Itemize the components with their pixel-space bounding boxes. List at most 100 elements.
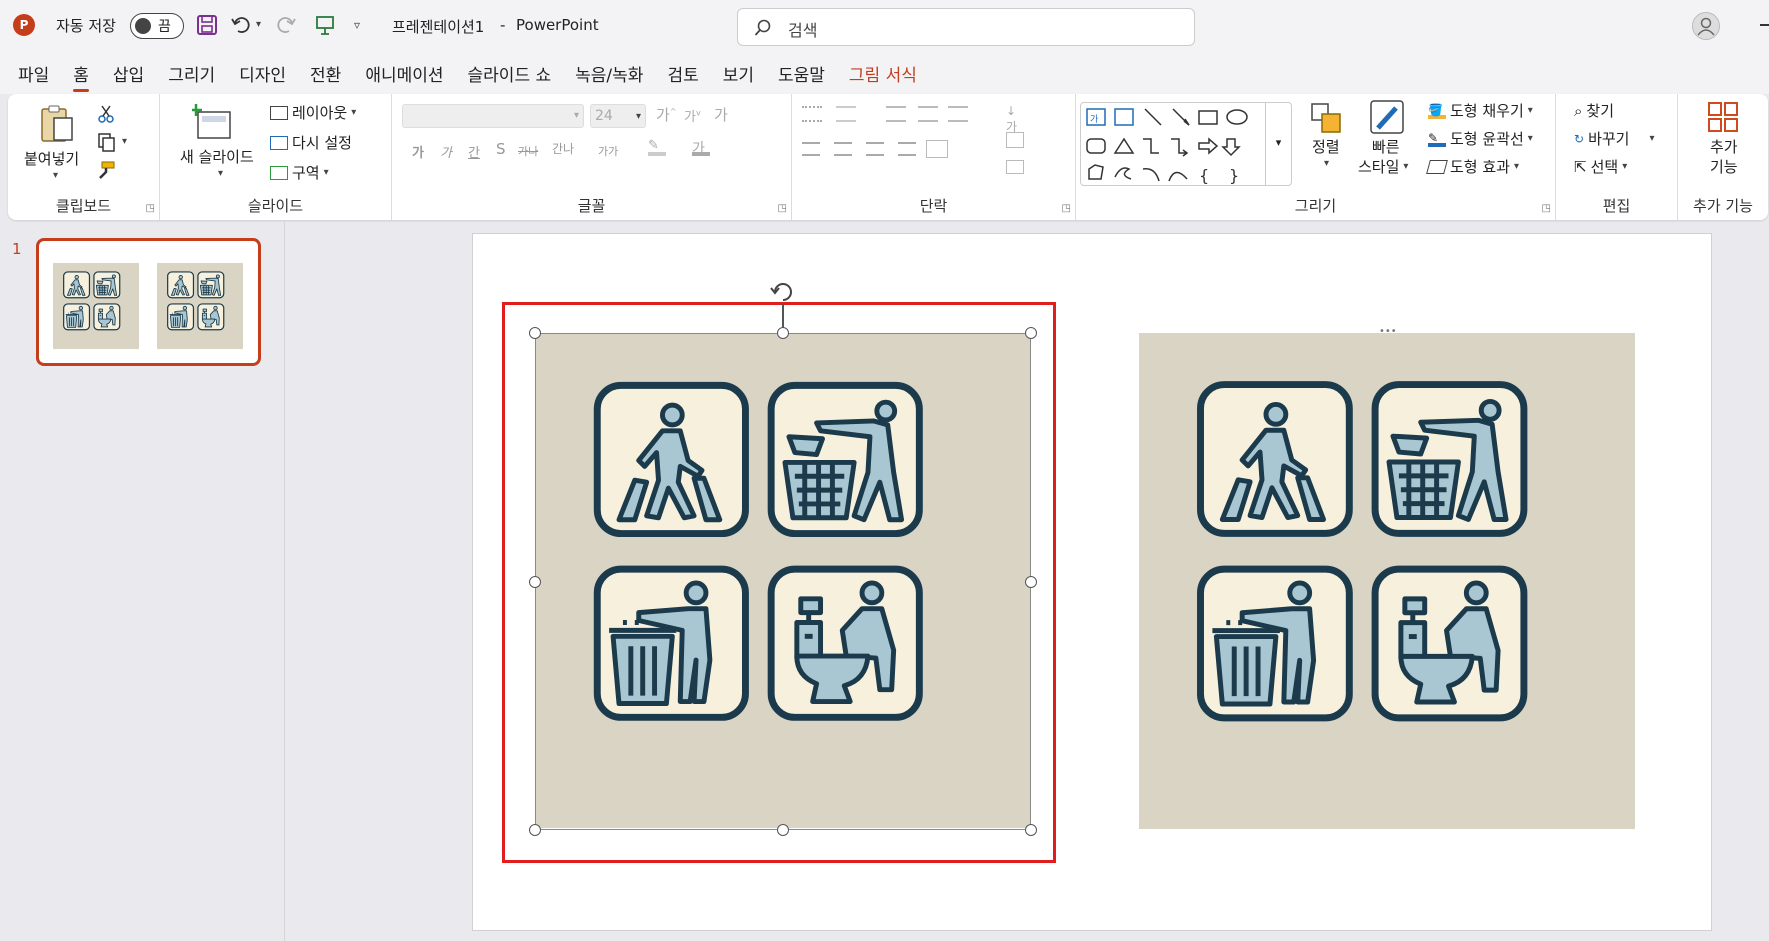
arrange-button[interactable]: 정렬 <box>1312 136 1340 157</box>
resize-handle[interactable] <box>777 824 789 836</box>
picture[interactable] <box>1139 333 1635 829</box>
italic-button[interactable]: 가 <box>440 142 452 161</box>
line-spacing-icon[interactable] <box>948 106 968 122</box>
slide-thumbnail-1[interactable] <box>36 238 261 366</box>
justify-icon[interactable] <box>898 142 916 156</box>
increase-indent-icon[interactable] <box>918 106 938 122</box>
bold-button[interactable]: 가 <box>412 142 424 161</box>
resize-handle[interactable] <box>529 824 541 836</box>
text-direction-icon[interactable]: ↓가 <box>1006 104 1024 134</box>
resize-handle[interactable] <box>529 575 541 588</box>
paste-button[interactable]: 붙여넣기 <box>24 148 79 169</box>
align-right-icon[interactable] <box>866 142 884 156</box>
numbering-icon[interactable] <box>836 106 856 122</box>
menu-tab-2[interactable]: 삽입 <box>113 61 144 86</box>
decrease-indent-icon[interactable] <box>886 106 906 122</box>
new-slide-icon[interactable] <box>192 102 234 142</box>
strikethrough-button[interactable]: 가나 <box>518 143 538 159</box>
present-icon[interactable] <box>314 14 336 36</box>
undo-icon[interactable] <box>230 14 252 36</box>
arrange-icon[interactable] <box>1308 100 1344 136</box>
copy-dropdown-icon[interactable]: ▾ <box>122 136 127 147</box>
shape-outline-button[interactable]: ✎ 도형 윤곽선 ▾ <box>1428 128 1533 149</box>
select-button[interactable]: ⇱ 선택 ▾ <box>1574 156 1627 177</box>
undo-dropdown-icon[interactable]: ▾ <box>256 19 261 30</box>
ribbon-tabs: 파일 홈 삽입 그리기 디자인 전환 애니메이션 슬라이드 쇼 녹음/녹화 검토 보기 도움말 그림 서… <box>0 52 1769 94</box>
quick-styles-button[interactable]: 빠른 <box>1372 136 1400 157</box>
grow-font-icon[interactable]: 가^ <box>656 104 677 125</box>
paste-dropdown-icon[interactable]: ▾ <box>53 170 58 181</box>
clipboard-launcher-icon[interactable]: ◳ <box>146 203 155 214</box>
redo-icon[interactable] <box>275 14 297 36</box>
quick-styles-button-line2[interactable]: 스타일 ▾ <box>1358 156 1408 177</box>
layout-button[interactable]: 레이아웃 ▾ <box>270 102 356 123</box>
minimize-icon[interactable] <box>1760 24 1769 26</box>
account-avatar[interactable] <box>1692 12 1720 40</box>
copy-icon[interactable] <box>96 132 116 152</box>
pen-icon: ✎ <box>1428 131 1446 147</box>
shapes-more-button[interactable]: ▾ <box>1265 103 1291 185</box>
find-button[interactable]: ⌕ 찾기 <box>1574 100 1614 121</box>
highlight-icon[interactable]: ✎ <box>648 138 666 156</box>
shapes-gallery[interactable]: 가 {} ▾ <box>1080 102 1292 186</box>
cut-icon[interactable] <box>96 104 116 124</box>
addins-group: 추가 기능 추가 기능 <box>1678 94 1768 220</box>
new-slide-dropdown-icon[interactable]: ▾ <box>218 168 223 179</box>
format-painter-icon[interactable] <box>96 160 116 180</box>
align-center-icon[interactable] <box>834 142 852 156</box>
replace-button[interactable]: ↻ 바꾸기 ▾ <box>1574 128 1655 149</box>
paragraph-launcher-icon[interactable]: ◳ <box>1062 203 1071 214</box>
menu-tab-5[interactable]: 전환 <box>310 61 341 86</box>
clear-format-icon[interactable]: 가 <box>714 104 728 125</box>
save-icon[interactable] <box>196 14 218 36</box>
font-size-input[interactable]: 24 ▾ <box>590 104 646 128</box>
new-slide-button[interactable]: 새 슬라이드 <box>180 146 254 167</box>
reset-button[interactable]: 다시 설정 <box>270 132 352 153</box>
menu-tab-10[interactable]: 보기 <box>723 61 754 86</box>
addins-button[interactable]: 추가 <box>1710 136 1738 157</box>
resize-handle[interactable] <box>529 327 541 339</box>
shadow-button[interactable]: S <box>496 140 506 158</box>
bullets-icon[interactable] <box>802 106 822 122</box>
menu-tab-0[interactable]: 파일 <box>18 61 49 86</box>
font-launcher-icon[interactable]: ◳ <box>778 203 787 214</box>
autosave-toggle[interactable]: 끔 <box>130 13 184 39</box>
menu-tab-9[interactable]: 검토 <box>667 61 698 86</box>
align-left-icon[interactable] <box>802 142 820 156</box>
addins-icon[interactable] <box>1706 100 1740 134</box>
quick-styles-icon[interactable] <box>1368 98 1406 136</box>
menu-tab-7[interactable]: 슬라이드 쇼 <box>468 61 552 86</box>
menu-tab-4[interactable]: 디자인 <box>239 61 286 86</box>
menu-tab-11[interactable]: 도움말 <box>778 61 825 86</box>
customize-qat-icon[interactable]: ▿ <box>354 18 360 32</box>
menu-tab-3[interactable]: 그리기 <box>168 61 215 86</box>
shape-fill-button[interactable]: 🪣 도형 채우기 ▾ <box>1428 100 1533 121</box>
resize-handle[interactable] <box>777 327 789 339</box>
arrange-dropdown-icon[interactable]: ▾ <box>1324 158 1329 169</box>
paste-icon[interactable] <box>38 104 76 144</box>
font-color-icon[interactable]: 가 <box>692 138 710 157</box>
resize-handle[interactable] <box>1025 824 1037 836</box>
font-name-input[interactable]: ▾ <box>402 104 584 128</box>
rotate-handle-icon[interactable] <box>767 278 799 306</box>
change-case-button[interactable]: 가가 <box>598 143 618 159</box>
align-text-icon[interactable] <box>1006 132 1024 148</box>
section-button[interactable]: 구역 ▾ <box>270 162 329 183</box>
smartart-icon[interactable] <box>1006 160 1024 174</box>
char-spacing-button[interactable]: 간나 <box>552 140 574 157</box>
drawing-launcher-icon[interactable]: ◳ <box>1542 203 1551 214</box>
resize-handle[interactable] <box>1025 327 1037 339</box>
search-box[interactable]: 검색 <box>737 8 1195 46</box>
more-options-icon[interactable]: ••• <box>1379 326 1397 337</box>
columns-icon[interactable] <box>926 140 948 158</box>
shape-effects-button[interactable]: 도형 효과 ▾ <box>1426 156 1519 177</box>
menu-tab-1[interactable]: 홈 <box>73 61 89 92</box>
underline-button[interactable]: 간 <box>468 142 480 161</box>
slide-canvas[interactable]: ••• <box>472 233 1712 931</box>
menu-tab-8[interactable]: 녹음/녹화 <box>575 61 643 86</box>
menu-tab-12[interactable]: 그림 서식 <box>849 61 917 86</box>
menu-tab-6[interactable]: 애니메이션 <box>365 61 443 86</box>
addins-button-line2[interactable]: 기능 <box>1710 156 1738 177</box>
resize-handle[interactable] <box>1025 575 1037 588</box>
shrink-font-icon[interactable]: 가v <box>684 106 701 125</box>
